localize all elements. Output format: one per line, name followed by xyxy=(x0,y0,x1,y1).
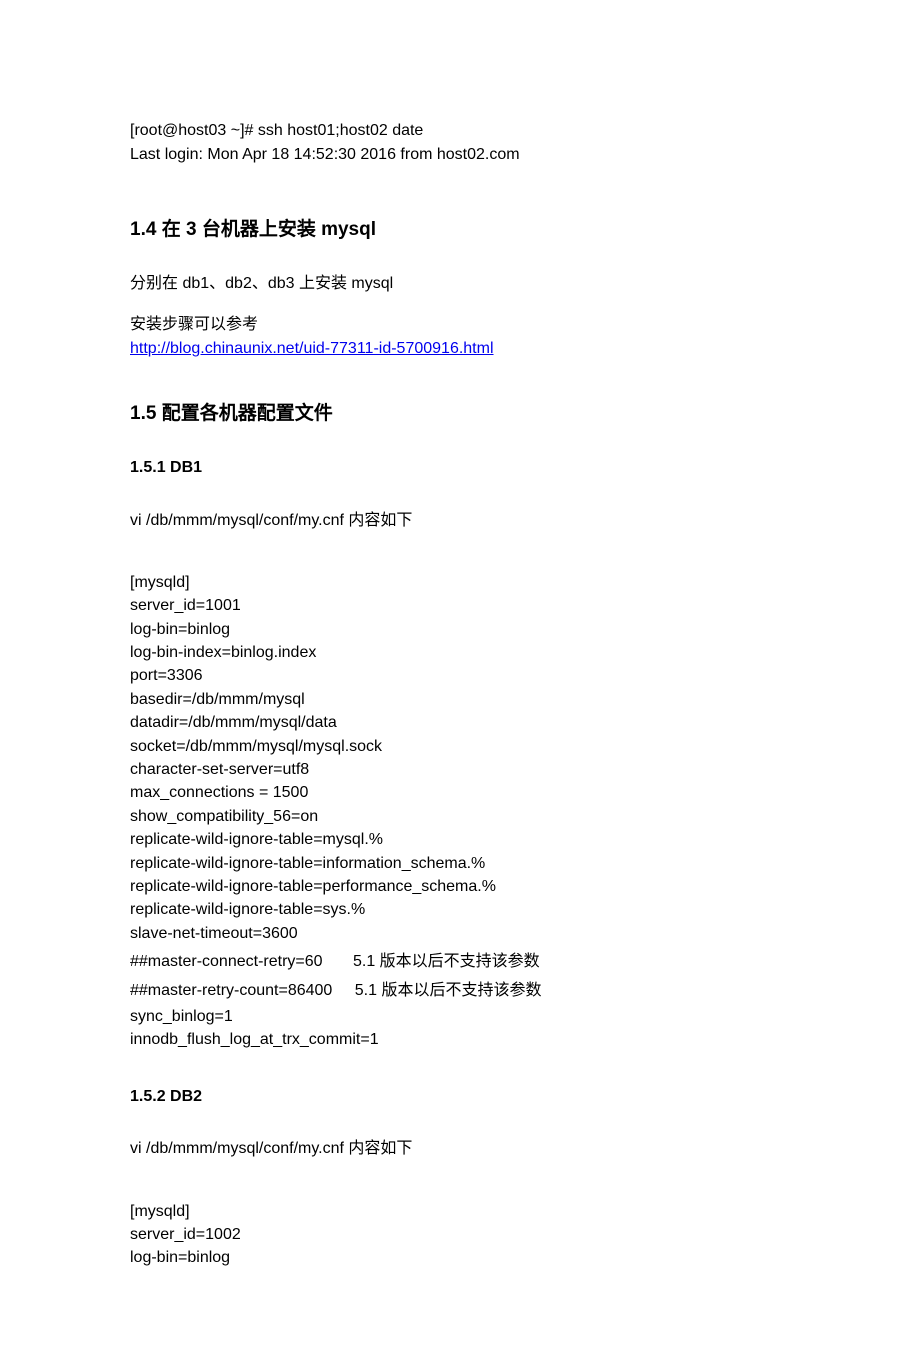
config-line: server_id=1001 xyxy=(130,595,790,617)
config-line: sync_binlog=1 xyxy=(130,1006,790,1028)
config-line: slave-net-timeout=3600 xyxy=(130,923,790,945)
config-line: log-bin=binlog xyxy=(130,1247,790,1269)
heading-1-4: 1.4 在 3 台机器上安装 mysql xyxy=(130,217,790,244)
config-note: 5.1 版本以后不支持该参数 xyxy=(355,982,542,999)
heading-1-5: 1.5 配置各机器配置文件 xyxy=(130,401,790,428)
config-line: ##master-connect-retry=60 5.1 版本以后不支持该参数 xyxy=(130,951,790,973)
config-line: socket=/db/mmm/mysql/mysql.sock xyxy=(130,736,790,758)
config-line: replicate-wild-ignore-table=mysql.% xyxy=(130,829,790,851)
db1-config-block: [mysqld] server_id=1001 log-bin=binlog l… xyxy=(130,572,790,1052)
config-line: replicate-wild-ignore-table=information_… xyxy=(130,853,790,875)
vi-intro: vi /db/mmm/mysql/conf/my.cnf 内容如下 xyxy=(130,510,790,532)
config-fragment: ##master-retry-count=86400 xyxy=(130,982,332,999)
config-fragment: ##master-connect-retry=60 xyxy=(130,953,323,970)
heading-1-5-1: 1.5.1 DB1 xyxy=(130,457,790,479)
config-line: replicate-wild-ignore-table=performance_… xyxy=(130,876,790,898)
paragraph: 分别在 db1、db2、db3 上安装 mysql xyxy=(130,273,790,295)
config-line: port=3306 xyxy=(130,665,790,687)
link-line: http://blog.chinaunix.net/uid-77311-id-5… xyxy=(130,338,790,360)
config-line: innodb_flush_log_at_trx_commit=1 xyxy=(130,1029,790,1051)
code-line: Last login: Mon Apr 18 14:52:30 2016 fro… xyxy=(130,144,790,166)
vi-intro: vi /db/mmm/mysql/conf/my.cnf 内容如下 xyxy=(130,1138,790,1160)
config-line: max_connections = 1500 xyxy=(130,782,790,804)
config-line: character-set-server=utf8 xyxy=(130,759,790,781)
code-line: [root@host03 ~]# ssh host01;host02 date xyxy=(130,120,790,142)
config-line: basedir=/db/mmm/mysql xyxy=(130,689,790,711)
heading-1-5-2: 1.5.2 DB2 xyxy=(130,1086,790,1108)
config-line: log-bin-index=binlog.index xyxy=(130,642,790,664)
db2-config-block: [mysqld] server_id=1002 log-bin=binlog xyxy=(130,1201,790,1270)
config-line: show_compatibility_56=on xyxy=(130,806,790,828)
config-line: datadir=/db/mmm/mysql/data xyxy=(130,712,790,734)
config-line: ##master-retry-count=86400 5.1 版本以后不支持该参… xyxy=(130,980,790,1002)
config-line: log-bin=binlog xyxy=(130,619,790,641)
reference-link[interactable]: http://blog.chinaunix.net/uid-77311-id-5… xyxy=(130,340,494,357)
config-line: [mysqld] xyxy=(130,1201,790,1223)
paragraph: 安装步骤可以参考 xyxy=(130,314,790,336)
config-line: replicate-wild-ignore-table=sys.% xyxy=(130,899,790,921)
config-line: server_id=1002 xyxy=(130,1224,790,1246)
config-line: [mysqld] xyxy=(130,572,790,594)
ssh-output-block: [root@host03 ~]# ssh host01;host02 date … xyxy=(130,120,790,167)
config-note: 5.1 版本以后不支持该参数 xyxy=(353,953,540,970)
